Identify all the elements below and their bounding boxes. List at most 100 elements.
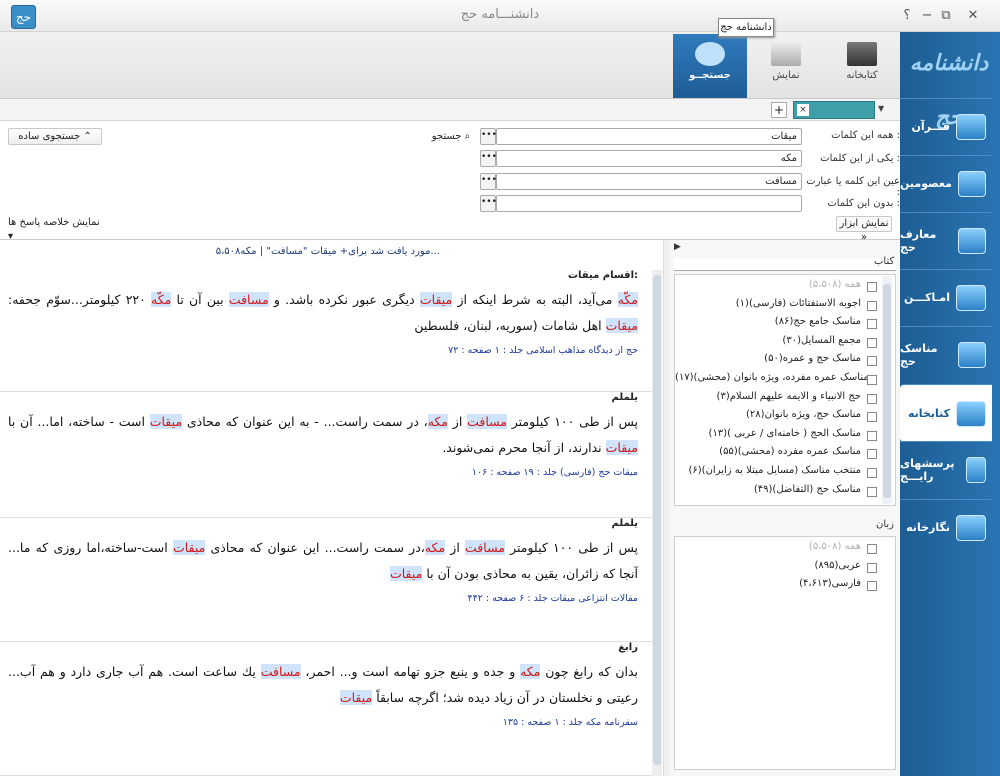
without-words-options-button[interactable]: •••	[480, 195, 497, 212]
checkbox[interactable]	[867, 544, 877, 554]
close-button[interactable]: ✕	[958, 6, 988, 26]
result-title[interactable]: رابغ	[8, 642, 638, 653]
sidebar-item-quran[interactable]: قـــرآن	[900, 98, 992, 154]
book-filter-item[interactable]: منتخب مناسک (مسایل مبتلا به زایران)(۶)	[675, 465, 883, 483]
book-filter-item[interactable]: حج الانبیاء و الایمه علیهم السلام(۳)	[675, 391, 883, 409]
book-filter-input[interactable]	[674, 258, 896, 271]
snippet-text: از	[448, 414, 468, 429]
tab-display[interactable]: نمایش	[749, 34, 823, 98]
search-highlight: میقات	[419, 292, 453, 307]
checkbox-label: مناسک عمره مفرده (محشی)(۵۵)	[719, 446, 861, 458]
result-source-link[interactable]: میقات حج (فارسی) جلد : ۱۹ صفحه : ۱۰۶	[8, 467, 638, 478]
all-words-options-button[interactable]: •••	[480, 128, 497, 145]
search-highlight: میقات	[605, 318, 638, 333]
sidebar-item-hajj-rites[interactable]: مناسک حج	[900, 326, 992, 382]
result-title[interactable]: یلملم	[8, 518, 638, 529]
collapse-panel-icon[interactable]: ▶	[674, 242, 681, 252]
exact-phrase-input[interactable]: مسافت	[496, 173, 802, 190]
result-source-link[interactable]: سفرنامه مکه جلد : ۱ صفحه : ۱۳۵	[8, 717, 638, 728]
language-filter-item[interactable]: همه (۵،۵۰۸)	[675, 541, 883, 559]
book-filter-item[interactable]: مناسک حج، ویژه بانوان(۲۸)	[675, 409, 883, 427]
checkbox[interactable]	[867, 300, 877, 311]
simple-search-button[interactable]: جستجوی ساده ⌃	[8, 128, 102, 145]
book-filter-item[interactable]: مناسک عمره مفرده (محشی)(۵۵)	[675, 446, 883, 464]
checkbox-label: اجوبه الاستفتائات (فارسی)(۱)	[735, 297, 861, 309]
restore-button[interactable]: ⧉	[937, 6, 955, 26]
result-item[interactable]: یلملم پس از طی ۱۰۰ کیلومتر مسافت از مکه، …	[0, 392, 652, 518]
close-tab-icon[interactable]: ×	[797, 104, 809, 116]
book-filter-item[interactable]: مناسک عمره مفرده، ویژه بانوان (محشی)(۱۷)	[675, 372, 883, 390]
checkbox[interactable]	[867, 412, 877, 423]
snippet-text: پس از طی ۱۰۰ کیلومتر	[506, 414, 638, 429]
sidebar-item-gallery[interactable]: نگارخانه	[900, 499, 992, 555]
book-filter-item[interactable]: مناسک الحج ( خامنه‌ای / عربی )(۱۳)	[675, 428, 883, 446]
quran-icon	[956, 113, 986, 140]
book-filter-item[interactable]: مناسک حج (التفاضل)(۴۹)	[675, 484, 883, 502]
any-words-input[interactable]: مکه	[496, 150, 802, 167]
search-button[interactable]: جستجو ⌕	[428, 128, 474, 145]
checkbox-label: عربی(۸۹۵)	[814, 559, 861, 571]
sidebar-item-library[interactable]: کتابخانه	[900, 384, 992, 442]
without-words-input[interactable]	[496, 195, 802, 212]
checkbox-label: فارسی(۴،۶۱۳)	[799, 578, 861, 590]
tab-library[interactable]: کتابخانه	[825, 34, 899, 98]
sidebar-item-masoumin[interactable]: معصومین	[900, 155, 992, 211]
tab-dropdown-icon[interactable]: ▼	[878, 104, 892, 113]
add-tab-button[interactable]: +	[771, 102, 787, 118]
language-filter-item[interactable]: عربی(۸۹۵)	[675, 560, 883, 578]
book-filter-item[interactable]: مجمع المسایل(۳۰)	[675, 335, 883, 353]
sidebar-item-faq[interactable]: پرسشهای رایـــج	[900, 441, 992, 497]
checkbox[interactable]	[867, 393, 877, 404]
all-words-input[interactable]: میقات	[496, 128, 802, 145]
checkbox[interactable]	[867, 319, 877, 330]
checkbox[interactable]	[867, 468, 877, 478]
snippet-text: دیگری عبور نکرده باشد. و	[268, 292, 420, 307]
result-item[interactable]: رابغ بدان که رابغ چون مکه و جده و ینبع جز…	[0, 642, 652, 776]
snippet-text: بین آن تا	[171, 292, 229, 307]
checkbox[interactable]	[867, 337, 877, 348]
result-item[interactable]: اقسام میقات: مکّه می‌آید، البته به شرط ای…	[0, 270, 652, 392]
result-title[interactable]: اقسام میقات:	[8, 270, 638, 281]
books-filter-list: همه (۵،۵۰۸) اجوبه الاستفتائات (فارسی)(۱) م…	[674, 274, 896, 506]
pilgrim-icon	[958, 341, 986, 368]
help-button[interactable]: ؟	[898, 6, 916, 26]
snippet-text: از	[445, 540, 466, 555]
exact-phrase-options-button[interactable]: •••	[480, 173, 497, 190]
sidebar-item-hajj-teachings[interactable]: معارف حج	[900, 212, 992, 268]
checkbox[interactable]	[867, 581, 877, 592]
exact-phrase-label: عین این کلمه یا عبارت :	[806, 176, 900, 198]
result-source-link[interactable]: حج از دیدگاه مذاهب اسلامی جلد : ۱ صفحه :…	[8, 345, 638, 356]
sidebar-item-places[interactable]: امـاکـــن	[900, 269, 992, 325]
snippet-text: ندارند، از آنجا محرم نمی‌شوند.	[442, 440, 606, 455]
book-filter-item[interactable]: مناسک جامع حج(۸۶)	[675, 316, 883, 334]
checkbox-label: حج الانبیاء و الایمه علیهم السلام(۳)	[716, 390, 861, 402]
search-highlight: میقات	[605, 440, 638, 455]
checkbox[interactable]	[867, 375, 877, 385]
tooltip: دانشنامه حج	[718, 18, 774, 37]
checkbox[interactable]	[867, 430, 877, 441]
checkbox[interactable]	[867, 356, 877, 367]
minimize-button[interactable]: −	[918, 6, 936, 26]
show-summary-toggle[interactable]: نمایش خلاصه پاسخ ها ▾	[8, 216, 104, 242]
checkbox[interactable]	[867, 282, 877, 292]
checkbox[interactable]	[867, 486, 877, 497]
show-tools-button[interactable]: نمایش ابزار »	[836, 216, 892, 243]
book-filter-item[interactable]: اجوبه الاستفتائات (فارسی)(۱)	[675, 298, 883, 316]
checkbox[interactable]	[867, 449, 877, 460]
books-scrollbar-thumb[interactable]	[883, 284, 891, 498]
search-highlight: مسافت	[228, 292, 269, 307]
result-title[interactable]: یلملم	[8, 392, 638, 403]
book-filter-item[interactable]: مناسک حج و عمره(۵۰)	[675, 353, 883, 371]
language-filter-item[interactable]: فارسی(۴،۶۱۳)	[675, 578, 883, 596]
any-words-options-button[interactable]: •••	[480, 150, 497, 167]
checkbox-label: مناسک الحج ( خامنه‌ای / عربی )(۱۳)	[708, 427, 861, 439]
book-filter-item[interactable]: همه (۵،۵۰۸)	[675, 279, 883, 297]
snippet-text: ، در سمت راست... - به این عنوان که محاذی	[182, 414, 428, 429]
all-words-label: همه این کلمات :	[831, 130, 900, 141]
result-item[interactable]: یلملم پس از طی ۱۰۰ کیلومتر مسافت از مکه،د…	[0, 518, 652, 642]
sidebar-item-label: قـــرآن	[911, 120, 950, 133]
checkbox[interactable]	[867, 562, 877, 573]
results-scrollbar-thumb[interactable]	[653, 275, 661, 765]
tab-search[interactable]: جستجــو	[673, 34, 747, 98]
result-source-link[interactable]: مقالات انتزاعی میقات جلد : ۶ صفحه : ۴۴۲	[8, 593, 638, 604]
